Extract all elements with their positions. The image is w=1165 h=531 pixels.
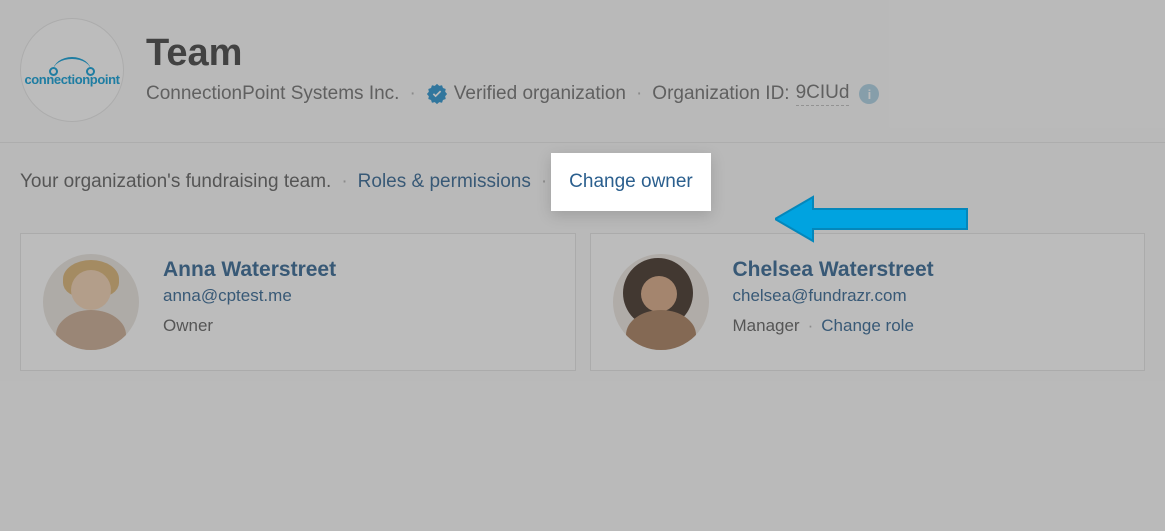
roles-permissions-link[interactable]: Roles & permissions — [358, 171, 531, 193]
separator-dot: · — [337, 171, 351, 193]
verified-badge-icon — [426, 83, 448, 105]
intro-text: Your organization's fundraising team. — [20, 171, 331, 193]
header-subtitle: ConnectionPoint Systems Inc. · Verified … — [146, 82, 1145, 106]
member-card: Chelsea Waterstreet chelsea@fundrazr.com… — [590, 233, 1146, 371]
intro-row: Your organization's fundraising team. · … — [20, 171, 1145, 193]
avatar[interactable] — [43, 254, 139, 350]
member-role: Owner — [163, 316, 213, 336]
org-logo: connectionpoint — [20, 18, 124, 122]
org-name: ConnectionPoint Systems Inc. — [146, 83, 399, 105]
page-title: Team — [146, 34, 1145, 72]
member-email-link[interactable]: anna@cptest.me — [163, 286, 336, 306]
separator-dot: · — [405, 83, 419, 105]
info-icon[interactable]: i — [859, 84, 879, 104]
page-header: connectionpoint Team ConnectionPoint Sys… — [0, 0, 1165, 143]
change-owner-link[interactable]: Change owner — [569, 171, 693, 192]
member-role: Manager — [733, 316, 800, 336]
change-role-link[interactable]: Change role — [821, 316, 914, 336]
member-name-link[interactable]: Anna Waterstreet — [163, 258, 336, 282]
verified-label: Verified organization — [454, 83, 626, 105]
org-logo-text: connectionpoint — [24, 72, 119, 87]
member-card: Anna Waterstreet anna@cptest.me Owner — [20, 233, 576, 371]
team-members-grid: Anna Waterstreet anna@cptest.me Owner Ch… — [20, 233, 1145, 371]
org-id-value[interactable]: 9CIUd — [796, 82, 850, 106]
org-id-label: Organization ID: — [652, 83, 789, 105]
separator-dot: · — [537, 171, 551, 193]
separator-dot: · — [632, 83, 646, 105]
member-email-link[interactable]: chelsea@fundrazr.com — [733, 286, 934, 306]
member-name-link[interactable]: Chelsea Waterstreet — [733, 258, 934, 282]
separator-dot: · — [806, 316, 816, 336]
avatar[interactable] — [613, 254, 709, 350]
